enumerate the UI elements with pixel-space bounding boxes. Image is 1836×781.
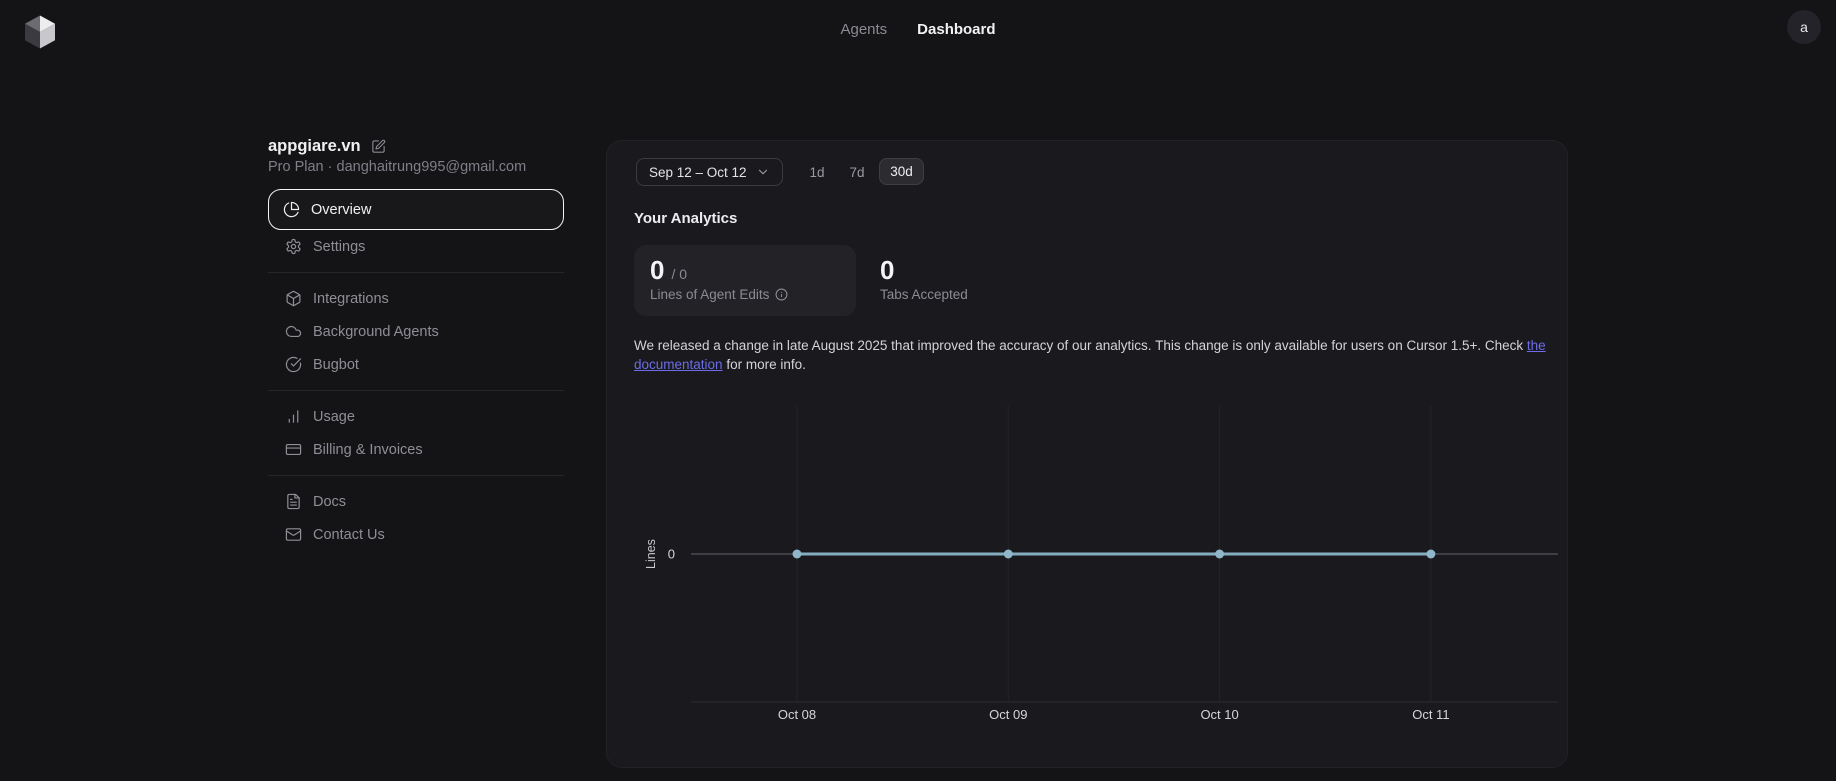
sidebar-item-label: Contact Us <box>313 527 385 543</box>
info-icon[interactable] <box>775 288 788 301</box>
credit-card-icon <box>285 441 302 458</box>
stat-value: 0 <box>880 256 894 284</box>
avatar[interactable]: a <box>1787 10 1821 44</box>
svg-text:Oct 08: Oct 08 <box>778 707 816 722</box>
range-button-7d[interactable]: 7d <box>839 158 875 186</box>
svg-text:Oct 10: Oct 10 <box>1200 707 1238 722</box>
sidebar-item-overview[interactable]: Overview <box>268 189 564 230</box>
range-button-30d[interactable]: 30d <box>879 158 924 185</box>
workspace-name: appgiare.vn <box>268 137 361 156</box>
avatar-letter: a <box>1800 19 1808 35</box>
svg-text:Oct 09: Oct 09 <box>989 707 1027 722</box>
sidebar-item-label: Billing & Invoices <box>313 442 423 458</box>
analytics-panel: Sep 12 – Oct 12 1d 7d 30d Your Analytics… <box>606 140 1568 768</box>
svg-text:Lines: Lines <box>644 539 658 569</box>
check-circle-icon <box>285 356 302 373</box>
sidebar-item-contact-us[interactable]: Contact Us <box>268 518 564 551</box>
account-email: danghaitrung995@gmail.com <box>337 159 527 175</box>
sidebar-item-bugbot[interactable]: Bugbot <box>268 348 564 381</box>
sidebar-item-usage[interactable]: Usage <box>268 400 564 433</box>
package-icon <box>285 290 302 307</box>
sidebar: appgiare.vn Pro Plan · danghaitrung995@g… <box>268 136 564 551</box>
sidebar-item-label: Settings <box>313 239 365 255</box>
date-range-selector[interactable]: Sep 12 – Oct 12 <box>636 158 783 186</box>
sidebar-item-label: Overview <box>311 202 371 218</box>
tab-agents[interactable]: Agents <box>840 21 887 38</box>
analytics-title: Your Analytics <box>634 210 737 227</box>
cloud-icon <box>285 323 302 340</box>
date-range-label: Sep 12 – Oct 12 <box>649 165 747 180</box>
sidebar-divider <box>268 390 564 391</box>
sidebar-item-docs[interactable]: Docs <box>268 485 564 518</box>
edit-workspace-icon[interactable] <box>371 139 386 154</box>
sidebar-divider <box>268 272 564 273</box>
svg-text:Oct 11: Oct 11 <box>1412 707 1449 722</box>
sidebar-item-label: Usage <box>313 409 355 425</box>
stat-label: Lines of Agent Edits <box>650 287 769 302</box>
sidebar-item-label: Integrations <box>313 291 389 307</box>
range-button-1d[interactable]: 1d <box>799 158 835 186</box>
notice-text-after: for more info. <box>723 357 806 372</box>
sidebar-item-label: Bugbot <box>313 357 359 373</box>
pie-chart-icon <box>283 201 300 218</box>
sidebar-item-billing[interactable]: Billing & Invoices <box>268 433 564 466</box>
mail-icon <box>285 526 302 543</box>
analytics-lines-chart: Oct 08 Oct 09 Oct 10 Oct 11 Lines 0 <box>625 393 1565 733</box>
dashboard-screen: Agents Dashboard a appgiare.vn Pro Plan … <box>0 0 1836 781</box>
gear-icon <box>285 238 302 255</box>
sidebar-item-label: Docs <box>313 494 346 510</box>
workspace-header: appgiare.vn <box>268 136 564 156</box>
stat-secondary-value: / 0 <box>671 266 687 282</box>
stat-label: Tabs Accepted <box>880 287 968 302</box>
tab-dashboard[interactable]: Dashboard <box>917 21 995 38</box>
bar-chart-icon <box>285 408 302 425</box>
release-notice: We released a change in late August 2025… <box>634 337 1554 374</box>
chevron-down-icon <box>756 165 770 179</box>
sidebar-item-integrations[interactable]: Integrations <box>268 282 564 315</box>
sidebar-item-settings[interactable]: Settings <box>268 230 564 263</box>
stat-card-lines-of-agent-edits: 0 / 0 Lines of Agent Edits <box>634 245 856 316</box>
stat-card-tabs-accepted: 0 Tabs Accepted <box>864 245 1084 316</box>
top-navigation: Agents Dashboard <box>0 0 1836 58</box>
stat-value: 0 <box>650 256 664 284</box>
plan-label: Pro Plan <box>268 159 324 175</box>
sidebar-divider <box>268 475 564 476</box>
sidebar-item-background-agents[interactable]: Background Agents <box>268 315 564 348</box>
workspace-subtitle: Pro Plan · danghaitrung995@gmail.com <box>268 159 564 175</box>
subtitle-separator: · <box>328 159 333 175</box>
file-text-icon <box>285 493 302 510</box>
notice-text-before: We released a change in late August 2025… <box>634 338 1527 353</box>
sidebar-item-label: Background Agents <box>313 324 439 340</box>
svg-text:0: 0 <box>668 547 675 562</box>
